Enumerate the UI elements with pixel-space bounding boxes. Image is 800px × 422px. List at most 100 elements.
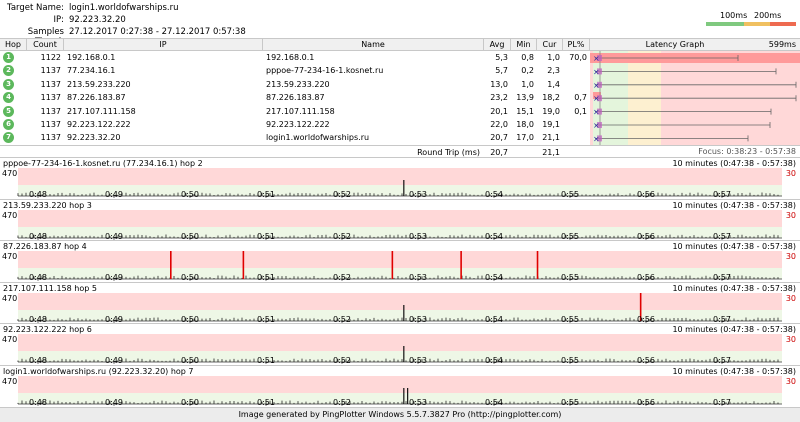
timeline-red-zone [18, 376, 782, 393]
col-ip[interactable]: IP [64, 40, 262, 49]
hop-pl: 0,1 [574, 106, 587, 116]
hop-count: 1137 [40, 66, 61, 76]
hop-cur: 19,0 [542, 106, 560, 116]
time-tick-label: 0:53 [409, 398, 427, 407]
hop-cur: 2,3 [547, 66, 560, 76]
latency-x-mark: × [593, 67, 600, 76]
timeline-range: 10 minutes (0:47:38 - 0:57:38) [672, 159, 796, 168]
timeline-green-zone [18, 309, 782, 321]
legend-green-bar [706, 22, 744, 26]
hop-cur: 18,2 [542, 93, 560, 103]
hop-number-badge: 7 [3, 132, 14, 144]
hop-ip: 192.168.0.1 [67, 53, 116, 62]
legend-200ms: 200ms [754, 11, 782, 20]
hop-cur: 1,4 [547, 79, 560, 89]
hop-number-badge: 5 [3, 105, 14, 117]
hop-avg: 5,7 [495, 66, 508, 76]
timeline-panel: pppoe-77-234-16-1.kosnet.ru (77.234.16.1… [0, 157, 800, 199]
report-header: Target Name: login1.worldofwarships.ru I… [0, 0, 800, 47]
timeline-red-zone [18, 168, 782, 185]
hop-ip: 92.223.32.20 [67, 133, 121, 143]
hop-count: 1137 [40, 79, 61, 89]
hop-ip: 77.234.16.1 [67, 66, 116, 76]
round-trip-label: Round Trip (ms) [417, 148, 480, 157]
timeline-title: 217.107.111.158 hop 5 [3, 283, 97, 293]
table-row[interactable]: 7 1137 92.223.32.20 login1.worldofwarships.… [0, 131, 590, 144]
timeline-range: 10 minutes (0:47:38 - 0:57:38) [672, 283, 796, 293]
time-tick-label: 0:54 [485, 398, 503, 407]
latency-x-mark: × [593, 121, 600, 130]
hop-min: 13,9 [516, 93, 534, 103]
time-tick-label: 0:55 [561, 398, 579, 407]
target-name-label: Target Name: [7, 3, 64, 13]
table-row[interactable]: 6 1137 92.223.122.222 92.223.122.222 22,0 18,… [0, 118, 590, 131]
hop-ip: 217.107.111.158 [67, 106, 136, 116]
time-tick-label: 0:52 [333, 398, 351, 407]
col-name[interactable]: Name [263, 40, 483, 49]
hop-ip: 87.226.183.87 [67, 93, 126, 103]
hop-count: 1137 [40, 106, 61, 116]
timeline-title: 92.223.122.222 hop 6 [3, 325, 92, 335]
col-latency-graph[interactable]: Latency Graph [590, 40, 760, 49]
hop-avg: 20,1 [490, 106, 508, 116]
hop-number-badge: 6 [3, 119, 14, 130]
latency-graph-max: 599ms [768, 40, 796, 49]
trace-table: Hop Count IP Name Avg Min Cur PL% Latenc… [0, 38, 800, 157]
timeline-range: 10 minutes (0:47:38 - 0:57:38) [672, 325, 796, 335]
hop-min: 0,2 [521, 66, 534, 76]
hop-count: 1137 [40, 120, 61, 129]
timeline-green-zone [18, 268, 782, 280]
footer-credit: Image generated by PingPlotter Windows 5… [0, 407, 800, 422]
hop-avg: 22,0 [490, 120, 508, 129]
hop-min: 0,8 [521, 53, 534, 62]
timeline-red-zone [18, 292, 782, 310]
hop-ip: 92.223.122.222 [67, 120, 131, 129]
col-pl[interactable]: PL% [563, 40, 589, 49]
hop-pl: 70,0 [569, 53, 587, 62]
ip-label: IP: [53, 15, 65, 25]
hop-name: 213.59.233.220 [266, 79, 330, 89]
hop-min: 18,0 [516, 120, 534, 129]
timeline-title: 87.226.183.87 hop 4 [3, 242, 87, 252]
timeline-red-zone [18, 209, 782, 227]
hop-number-badge: 2 [3, 65, 14, 77]
col-avg[interactable]: Avg [484, 40, 510, 49]
latency-x-mark: × [593, 134, 600, 143]
col-hop[interactable]: Hop [0, 40, 26, 49]
timeline-title: login1.worldofwarships.ru (92.223.32.20)… [3, 367, 194, 376]
samples-timed-value: 27.12.2017 0:27:38 - 27.12.2017 0:57:38 [69, 27, 246, 37]
focus-range: Focus: 0:38:23 - 0:57:38 [698, 147, 796, 156]
hop-name: login1.worldofwarships.ru [266, 133, 370, 143]
col-min[interactable]: Min [511, 40, 536, 49]
hop-avg: 20,7 [490, 133, 508, 143]
legend-100ms: 100ms [720, 11, 748, 20]
legend-red-bar [770, 22, 796, 26]
hop-cur: 21,1 [542, 133, 560, 143]
timeline-panel: 92.223.122.222 hop 6 10 minutes (0:47:38 … [0, 323, 800, 365]
hop-cur: 19,1 [542, 120, 560, 129]
time-tick-label: 0:50 [181, 398, 199, 407]
col-count[interactable]: Count [27, 40, 63, 49]
table-row[interactable]: 2 1137 77.234.16.1 pppoe-77-234-16-1.kosnet… [0, 64, 590, 77]
latency-x-mark: × [593, 108, 600, 117]
round-trip-cur: 21,1 [542, 148, 560, 157]
legend-yellow-bar [744, 22, 770, 26]
table-row[interactable]: 3 1137 213.59.233.220 213.59.233.220 13,0 1,0… [0, 78, 590, 91]
hop-name: 192.168.0.1 [266, 53, 315, 62]
hop-number-badge: 3 [3, 78, 14, 90]
hop-avg: 13,0 [490, 79, 508, 89]
table-row[interactable]: 1 1122 192.168.0.1 192.168.0.1 5,3 0,8 1,0 70,0 [0, 51, 590, 64]
hop-pl: 0,7 [574, 93, 587, 103]
timeline-panel: 87.226.183.87 hop 4 10 minutes (0:47:38 -… [0, 240, 800, 282]
hop-min: 17,0 [516, 133, 534, 143]
round-trip-row: Round Trip (ms) 20,7 21,1 [0, 145, 800, 157]
ip-value: 92.223.32.20 [69, 15, 126, 25]
table-row[interactable]: 5 1137 217.107.111.158 217.107.111.158 20,1 1… [0, 105, 590, 118]
table-header: Hop Count IP Name Avg Min Cur PL% Latenc… [0, 38, 800, 51]
hop-name: 217.107.111.158 [266, 106, 335, 116]
table-row[interactable]: 4 1137 87.226.183.87 87.226.183.87 23,2 13,9 1… [0, 91, 590, 104]
timeline-title: 213.59.233.220 hop 3 [3, 200, 92, 210]
timeline-title: pppoe-77-234-16-1.kosnet.ru (77.234.16.1… [3, 159, 203, 168]
col-cur[interactable]: Cur [537, 40, 562, 49]
latency-x-mark: × [593, 94, 600, 103]
